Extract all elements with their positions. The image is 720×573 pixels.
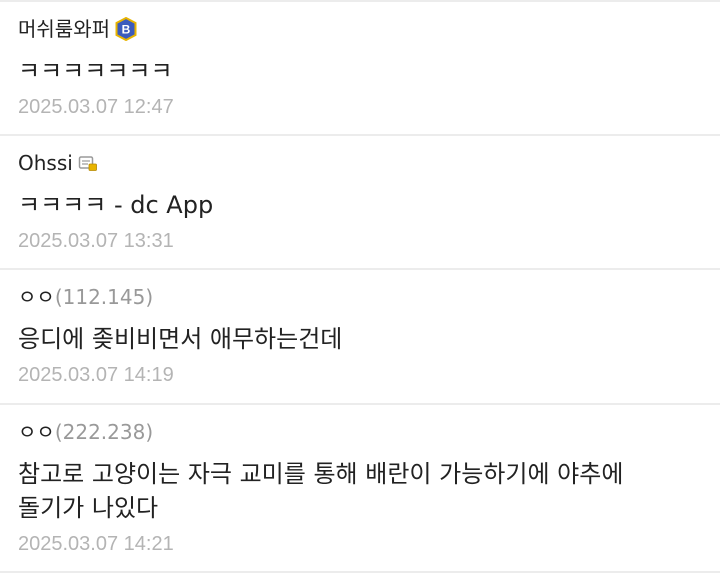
comment-author[interactable]: Ohssi xyxy=(18,150,98,176)
author-ip: (112.145) xyxy=(54,285,154,309)
comment-date: 2025.03.07 12:47 xyxy=(18,96,174,118)
comment-author[interactable]: 머쉬룸와퍼 B xyxy=(18,16,137,42)
comment-item: ㅇㅇ (222.238) 참고로 고양이는 자극 교미를 통해 배란이 가능하기에… xyxy=(0,405,720,571)
comment-item: 머쉬룸와퍼 B ㅋㅋㅋㅋㅋㅋㅋ 2025.03.07 12:47 xyxy=(0,2,720,134)
comment-body: ㅋㅋㅋㅋ - dc App xyxy=(18,191,214,219)
author-name[interactable]: 머쉬룸와퍼 xyxy=(18,16,110,42)
comment-date: 2025.03.07 13:31 xyxy=(18,230,174,252)
author-name[interactable]: ㅇㅇ xyxy=(18,419,55,445)
comment-body: 참고로 고양이는 자극 교미를 통해 배란이 가능하기에 야추에 돌기가 나있다 xyxy=(18,460,624,522)
comment-body: 응디에 좆비비면서 애무하는건데 xyxy=(18,325,343,353)
comment-author[interactable]: ㅇㅇ (222.238) xyxy=(18,419,153,445)
comment-item: ㅇㅇ (112.145) 응디에 좆비비면서 애무하는건데 2025.03.07 … xyxy=(0,270,720,403)
comment-item: Ohssi ㅋㅋㅋㅋ - dc App 2025.03.07 13:31 xyxy=(0,136,720,268)
svg-text:B: B xyxy=(122,23,131,37)
author-ip: (222.238) xyxy=(54,420,154,444)
author-name[interactable]: Ohssi xyxy=(18,150,73,176)
comment-body: ㅋㅋㅋㅋㅋㅋㅋ xyxy=(18,57,173,85)
manager-badge-icon: B xyxy=(115,17,137,41)
author-name[interactable]: ㅇㅇ xyxy=(18,284,55,310)
comment-date: 2025.03.07 14:21 xyxy=(18,533,174,555)
comment-date: 2025.03.07 14:19 xyxy=(18,364,174,386)
comment-author[interactable]: ㅇㅇ (112.145) xyxy=(18,284,153,310)
comment-list: 머쉬룸와퍼 B ㅋㅋㅋㅋㅋㅋㅋ 2025.03.07 12:47 Ohssi ㅋ… xyxy=(0,0,720,573)
gallery-member-icon xyxy=(78,156,97,171)
